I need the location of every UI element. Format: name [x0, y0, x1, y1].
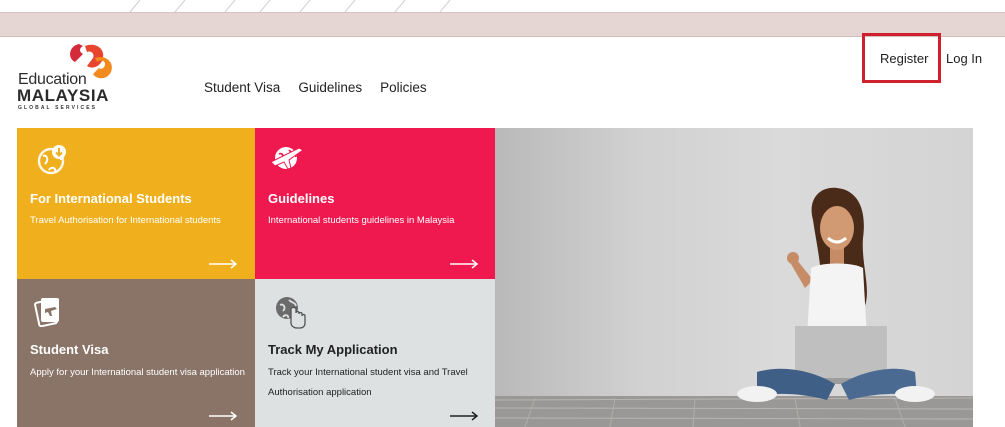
tile-description: Travel Authorisation for International s… [30, 215, 221, 226]
tile-title: Student Visa [30, 342, 109, 357]
logo-text-global-services: GLOBAL SERVICES [18, 105, 98, 111]
tile-description: Track your International student visa an… [268, 367, 468, 398]
arrow-right-icon[interactable] [450, 256, 480, 274]
site-header: Education MALAYSIA GLOBAL SERVICES Stude… [0, 38, 1005, 128]
arrow-right-icon[interactable] [209, 408, 239, 426]
tile-description: International students guidelines in Mal… [268, 215, 455, 226]
tile-title: Guidelines [268, 191, 335, 206]
nav-student-visa[interactable]: Student Visa [204, 80, 280, 95]
passport-icon [33, 295, 63, 332]
tile-title: For International Students [30, 191, 192, 206]
main-nav: Student Visa Guidelines Policies [204, 80, 427, 95]
education-malaysia-logo[interactable]: Education MALAYSIA GLOBAL SERVICES [17, 40, 127, 118]
arrow-right-icon[interactable] [209, 256, 239, 274]
hero-student-photo [495, 128, 973, 427]
arrow-right-icon[interactable] [450, 408, 480, 426]
tile-guidelines[interactable]: Guidelines International students guidel… [255, 128, 495, 279]
login-link[interactable]: Log In [946, 51, 982, 66]
tile-title: Track My Application [268, 342, 398, 357]
logo-text-malaysia: MALAYSIA [17, 86, 110, 105]
nav-guidelines[interactable]: Guidelines [298, 80, 362, 95]
tile-description: Apply for your International student vis… [30, 367, 245, 378]
globe-pointer-icon [273, 293, 307, 334]
tile-student-visa[interactable]: Student Visa Apply for your Internationa… [17, 279, 255, 427]
tile-international-students[interactable]: For International Students Travel Author… [17, 128, 255, 279]
globe-plane-icon [269, 142, 305, 179]
top-banner-band [0, 12, 1005, 37]
globe-download-icon [35, 142, 71, 183]
top-decoration [0, 0, 1005, 12]
nav-policies[interactable]: Policies [380, 80, 427, 95]
register-link[interactable]: Register [880, 51, 928, 66]
tile-track-application[interactable]: Track My Application Track your Internat… [255, 279, 495, 427]
